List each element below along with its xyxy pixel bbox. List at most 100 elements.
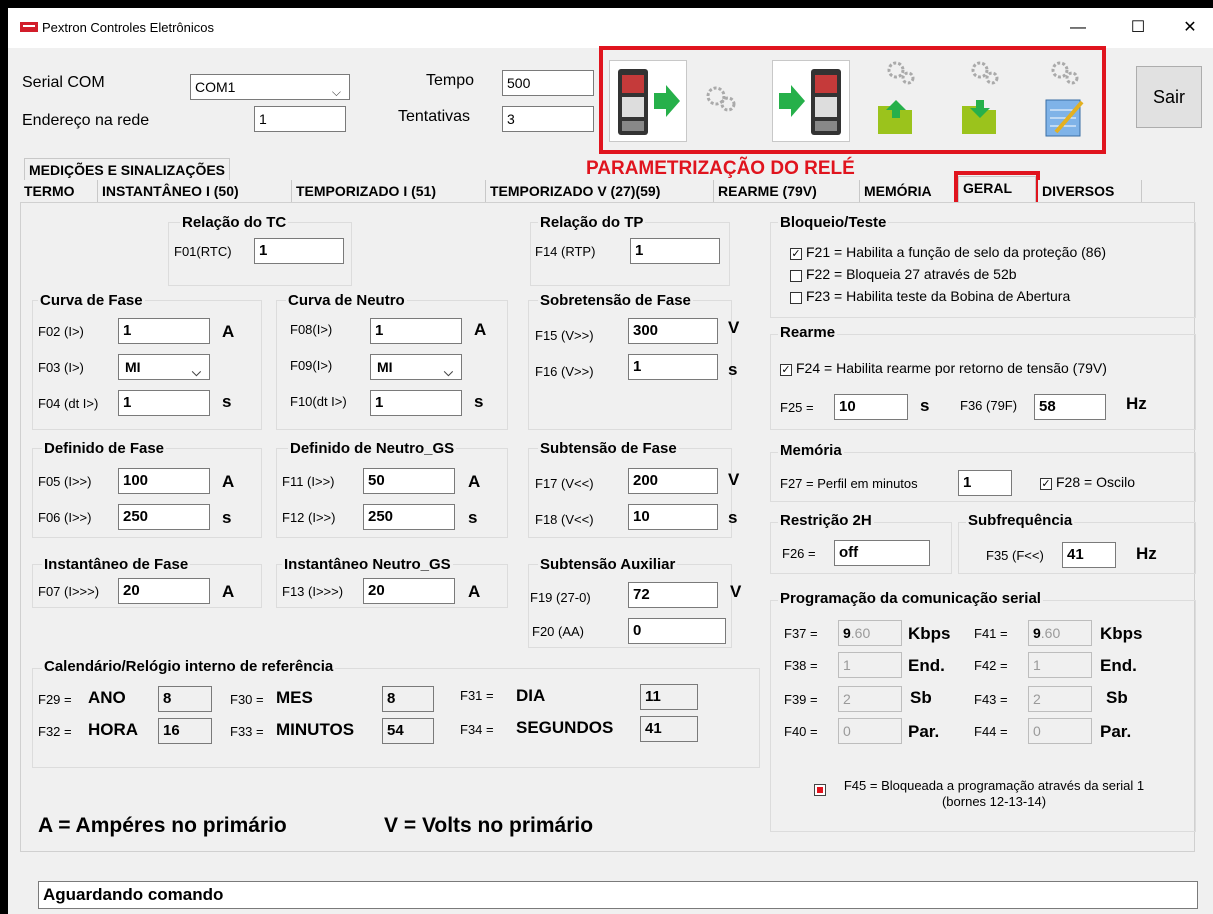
f02-input[interactable]: 1 [118, 318, 210, 344]
mes-input[interactable]: 8 [382, 686, 434, 712]
f19-input[interactable]: 72 [628, 582, 718, 608]
f12-input[interactable]: 250 [363, 504, 455, 530]
f45-checkbox[interactable] [814, 784, 826, 796]
tab-temporizado-v[interactable]: TEMPORIZADO V (27)(59) [486, 180, 714, 202]
f17-unit: V [728, 470, 740, 489]
f40-input[interactable]: 0 [838, 718, 902, 744]
f18-label: F18 (V<<) [535, 512, 594, 527]
subtensao-title: Subtensão de Fase [538, 440, 679, 457]
f20-label: F20 (AA) [532, 624, 585, 639]
f15-input[interactable]: 300 [628, 318, 718, 344]
f09-select[interactable]: MI ⌵ [370, 354, 462, 380]
f05-input[interactable]: 100 [118, 468, 210, 494]
segundos-input[interactable]: 41 [640, 716, 698, 742]
app-logo-icon [20, 22, 38, 32]
f07-label: F07 (I>>>) [38, 584, 100, 599]
folder-download-icon [962, 100, 996, 134]
window-title: Pextron Controles Eletrônicos [42, 20, 214, 35]
f22-checkbox[interactable] [790, 270, 802, 282]
hora-input[interactable]: 16 [158, 718, 212, 744]
tab-instantaneo[interactable]: INSTANTÂNEO I (50) [98, 180, 292, 202]
read-relay-button[interactable] [609, 60, 687, 142]
f38-label: F38 = [784, 658, 818, 673]
f10-input[interactable]: 1 [370, 390, 462, 416]
f26-input[interactable]: off [834, 540, 930, 566]
f37-value-decimal: .60 [850, 625, 871, 641]
f09-label: F09(I>) [290, 358, 333, 373]
minutos-input[interactable]: 54 [382, 718, 434, 744]
f41-input[interactable]: 9.60 [1028, 620, 1092, 646]
endereco-input[interactable]: 1 [254, 106, 346, 132]
f08-input[interactable]: 1 [370, 318, 462, 344]
tab-diversos[interactable]: DIVERSOS [1038, 180, 1142, 202]
f31-label: F31 = [460, 688, 494, 703]
f22-label: F22 = Bloqueia 27 através de 52b [806, 266, 1017, 282]
f25-input[interactable]: 10 [834, 394, 908, 420]
f27-input[interactable]: 1 [958, 470, 1012, 496]
subfreq-title: Subfrequência [966, 512, 1075, 529]
dia-label: DIA [516, 686, 546, 705]
maximize-button[interactable]: ☐ [1118, 14, 1158, 42]
edit-notes-button[interactable] [1042, 96, 1086, 143]
f16-input[interactable]: 1 [628, 354, 718, 380]
tab-memoria[interactable]: MEMÓRIA [860, 180, 956, 202]
serial-com-value: COM1 [195, 79, 236, 95]
f44-label: F44 = [974, 724, 1008, 739]
close-button[interactable]: ✕ [1170, 14, 1210, 42]
gear-icon [702, 82, 742, 125]
open-folder-button[interactable] [876, 96, 916, 141]
f01-label: F01(RTC) [174, 244, 232, 259]
f23-checkbox[interactable] [790, 292, 802, 304]
f44-unit: Par. [1100, 722, 1132, 741]
rearme-title: Rearme [778, 324, 838, 341]
f07-unit: A [222, 582, 235, 601]
f28-checkbox[interactable]: ✓ [1040, 478, 1052, 490]
tempo-input[interactable]: 500 [502, 70, 594, 96]
tentativas-input[interactable]: 3 [502, 106, 594, 132]
save-folder-button[interactable] [960, 96, 1000, 141]
app-window: Pextron Controles Eletrônicos — ☐ ✕ Seri… [8, 8, 1213, 914]
f35-input[interactable]: 41 [1062, 542, 1116, 568]
f25-unit: s [920, 396, 930, 415]
dia-input[interactable]: 11 [640, 684, 698, 710]
f06-input[interactable]: 250 [118, 504, 210, 530]
f13-input[interactable]: 20 [363, 578, 455, 604]
chevron-down-icon: ⌵ [443, 365, 453, 379]
f14-input[interactable]: 1 [630, 238, 720, 264]
f36-input[interactable]: 58 [1034, 394, 1106, 420]
f38-input[interactable]: 1 [838, 652, 902, 678]
f21-label: F21 = Habilita a função de selo da prote… [806, 244, 1107, 260]
f11-input[interactable]: 50 [363, 468, 455, 494]
f03-select[interactable]: MI ⌵ [118, 354, 210, 380]
f01-input[interactable]: 1 [254, 238, 344, 264]
f21-checkbox[interactable]: ✓ [790, 248, 802, 260]
sair-button[interactable]: Sair [1136, 66, 1202, 128]
f17-input[interactable]: 200 [628, 468, 718, 494]
ano-input[interactable]: 8 [158, 686, 212, 712]
minimize-button[interactable]: — [1058, 14, 1098, 42]
tc-title: Relação do TC [180, 214, 289, 231]
tab-temporizado-i[interactable]: TEMPORIZADO I (51) [292, 180, 486, 202]
bloqueio-title: Bloqueio/Teste [778, 214, 889, 231]
f42-input[interactable]: 1 [1028, 652, 1092, 678]
f07-input[interactable]: 20 [118, 578, 210, 604]
f24-checkbox[interactable]: ✓ [780, 364, 792, 376]
f37-input[interactable]: 9.60 [838, 620, 902, 646]
f20-input[interactable]: 0 [628, 618, 726, 644]
f02-label: F02 (I>) [38, 324, 84, 339]
f39-input[interactable]: 2 [838, 686, 902, 712]
f32-label: F32 = [38, 724, 72, 739]
f18-input[interactable]: 10 [628, 504, 718, 530]
write-relay-button[interactable] [772, 60, 850, 142]
f44-input[interactable]: 0 [1028, 718, 1092, 744]
f16-label: F16 (V>>) [535, 364, 594, 379]
tab-medicoes[interactable]: MEDIÇÕES E SINALIZAÇÕES [24, 158, 231, 181]
f04-input[interactable]: 1 [118, 390, 210, 416]
serial-com-select[interactable]: COM1 ⌵ [190, 74, 350, 100]
f43-input[interactable]: 2 [1028, 686, 1092, 712]
gear-icon [1046, 58, 1086, 95]
tab-rearme[interactable]: REARME (79V) [714, 180, 860, 202]
f37-unit: Kbps [908, 624, 951, 643]
tab-termo[interactable]: TERMO [20, 180, 98, 202]
f23-label: F23 = Habilita teste da Bobina de Abertu… [806, 288, 1071, 304]
